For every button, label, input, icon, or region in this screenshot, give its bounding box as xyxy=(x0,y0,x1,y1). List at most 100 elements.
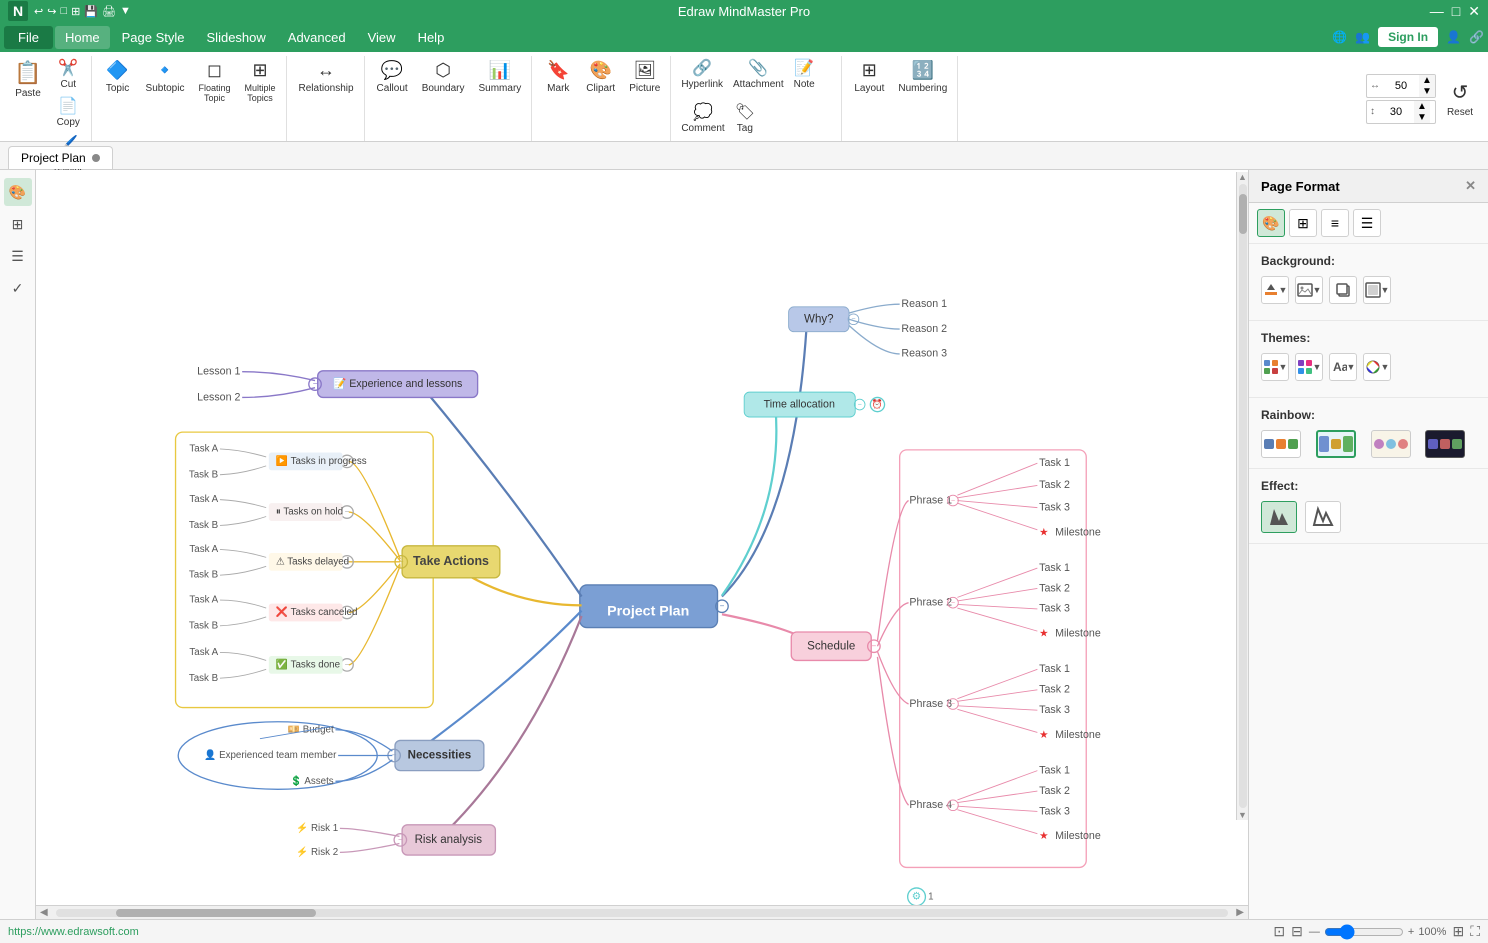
panel-themes-section: Themes: ▼ ▼ Aa ▼ ▼ xyxy=(1249,321,1488,398)
svg-text:Project Plan: Project Plan xyxy=(607,603,689,619)
note-button[interactable]: 📝 Note xyxy=(790,56,819,92)
user-icon[interactable]: 👤 xyxy=(1446,30,1461,44)
rainbow-swatches xyxy=(1261,430,1476,458)
width-up[interactable]: ▲ xyxy=(1419,75,1435,86)
panel-format-btn[interactable]: 🎨 xyxy=(1257,209,1285,237)
attachment-button[interactable]: 📎 Attachment xyxy=(729,56,788,92)
svg-text:−: − xyxy=(851,315,855,323)
right-panel: ▲ ▼ Page Format ✕ 🎨 ⊞ ≡ ☰ Background: ▼ xyxy=(1248,170,1488,919)
height-spinner[interactable]: ↕ ▲ ▼ xyxy=(1366,100,1436,124)
svg-text:Phrase 2: Phrase 2 xyxy=(909,597,952,609)
menu-view[interactable]: View xyxy=(358,26,406,49)
minimize-button[interactable]: — xyxy=(1430,3,1444,20)
reset-button[interactable]: ↺ Reset xyxy=(1440,76,1480,122)
svg-text:⚡ Risk 1: ⚡ Risk 1 xyxy=(296,822,338,834)
share-icon[interactable]: 👥 xyxy=(1355,30,1370,44)
quick-access[interactable]: ↩↪□⊞💾🖨▼ xyxy=(34,5,131,18)
effect-outline-btn[interactable] xyxy=(1305,501,1341,533)
cut-button[interactable]: ✂️ Cut xyxy=(50,56,87,92)
menu-file[interactable]: File xyxy=(4,26,53,49)
comment-button[interactable]: 💭 Comment xyxy=(677,100,728,136)
left-panel-format[interactable]: 🎨 xyxy=(4,178,32,206)
topic-icon: 🔷 xyxy=(106,60,128,81)
svg-text:−: − xyxy=(392,751,397,760)
width-down[interactable]: ▼ xyxy=(1419,86,1435,97)
zoom-in-btn[interactable]: + xyxy=(1408,926,1414,938)
bg-set-btn[interactable]: ▼ xyxy=(1363,276,1391,304)
bg-image-btn[interactable]: ▼ xyxy=(1295,276,1323,304)
tag-button[interactable]: 🏷 Tag xyxy=(731,100,759,136)
height-down[interactable]: ▼ xyxy=(1414,112,1430,123)
mark-button[interactable]: 🔖 Mark xyxy=(538,56,578,98)
rainbow-swatch-1[interactable] xyxy=(1261,430,1301,458)
menu-slideshow[interactable]: Slideshow xyxy=(197,26,276,49)
hyperlink-button[interactable]: 🔗 Hyperlink xyxy=(677,56,727,92)
fit-width-btn[interactable]: ⊟ xyxy=(1291,923,1303,940)
sign-in-button[interactable]: Sign In xyxy=(1378,27,1438,47)
effect-fill-btn[interactable] xyxy=(1261,501,1297,533)
panel-list-btn[interactable]: ☰ xyxy=(1353,209,1381,237)
cloud-icon[interactable]: 🌐 xyxy=(1332,30,1347,44)
left-panel-layout[interactable]: ⊞ xyxy=(4,210,32,238)
cut-label: Cut xyxy=(60,79,76,90)
clipart-button[interactable]: 🎨 Clipart xyxy=(580,56,621,98)
summary-button[interactable]: 📊 Summary xyxy=(473,56,528,98)
menu-home[interactable]: Home xyxy=(55,26,110,49)
copy-label: Copy xyxy=(57,117,80,128)
fit-page-btn[interactable]: ⊡ xyxy=(1273,923,1285,940)
floating-topic-button[interactable]: ◻ FloatingTopic xyxy=(192,56,236,107)
rainbow-swatch-4[interactable] xyxy=(1425,430,1465,458)
project-plan-tab[interactable]: Project Plan xyxy=(8,146,113,169)
topic-button[interactable]: 🔷 Topic xyxy=(98,56,138,98)
background-controls: ▼ ▼ ▼ xyxy=(1261,276,1476,304)
settings-icon[interactable]: 🔗 xyxy=(1469,30,1484,44)
menu-help[interactable]: Help xyxy=(408,26,455,49)
rainbow-swatch-3[interactable] xyxy=(1371,430,1411,458)
layout-button[interactable]: ⊞ Layout xyxy=(848,56,890,98)
theme-grid2-btn[interactable]: ▼ xyxy=(1295,353,1323,381)
full-screen-btn[interactable]: ⛶ xyxy=(1470,923,1480,940)
subtopic-button[interactable]: 🔹 Subtopic xyxy=(140,56,191,98)
numbering-button[interactable]: 🔢 Numbering xyxy=(892,56,953,98)
left-panel-task[interactable]: ✓ xyxy=(4,274,32,302)
width-input[interactable] xyxy=(1383,79,1419,93)
bg-copy-btn[interactable] xyxy=(1329,276,1357,304)
svg-text:Schedule: Schedule xyxy=(807,640,855,652)
width-spinner[interactable]: ↔ ▲ ▼ xyxy=(1366,74,1436,98)
close-button[interactable]: ✕ xyxy=(1468,3,1480,20)
menu-advanced[interactable]: Advanced xyxy=(278,26,356,49)
note-icon: 📝 xyxy=(794,58,814,78)
picture-button[interactable]: 🖼 Picture xyxy=(623,56,666,98)
maximize-button[interactable]: □ xyxy=(1452,3,1460,20)
callout-button[interactable]: 💬 Callout xyxy=(371,56,414,98)
boundary-button[interactable]: ⬡ Boundary xyxy=(416,56,471,98)
copy-button[interactable]: 📄 Copy xyxy=(50,94,87,130)
menu-page-style[interactable]: Page Style xyxy=(112,26,195,49)
status-bar: https://www.edrawsoft.com ⊡ ⊟ — + 100% ⊞… xyxy=(0,919,1488,943)
panel-collapse[interactable]: ✕ xyxy=(1465,178,1476,194)
multiple-topics-button[interactable]: ⊞ MultipleTopics xyxy=(238,56,281,107)
height-input[interactable] xyxy=(1378,105,1414,119)
horizontal-scrollbar[interactable]: ◀ ▶ xyxy=(36,905,1248,919)
window-controls[interactable]: — □ ✕ xyxy=(1430,3,1480,20)
paste-button[interactable]: 📋 Paste xyxy=(8,56,48,103)
theme-text-btn[interactable]: Aa ▼ xyxy=(1329,353,1357,381)
panel-arrange-btn[interactable]: ⊞ xyxy=(1289,209,1317,237)
bg-fill-btn[interactable]: ▼ xyxy=(1261,276,1289,304)
svg-text:Task 3: Task 3 xyxy=(1039,704,1070,716)
rainbow-swatch-2[interactable] xyxy=(1316,430,1356,458)
zoom-out-btn[interactable]: — xyxy=(1309,926,1320,938)
actual-size-btn[interactable]: ⊞ xyxy=(1452,923,1464,940)
theme-color-btn[interactable]: ▼ xyxy=(1363,353,1391,381)
zoom-slider[interactable] xyxy=(1324,924,1404,940)
scroll-thumb[interactable] xyxy=(116,909,316,917)
panel-align-btn[interactable]: ≡ xyxy=(1321,209,1349,237)
height-up[interactable]: ▲ xyxy=(1414,101,1430,112)
scroll-track[interactable] xyxy=(56,909,1229,917)
relationship-button[interactable]: ↔ Relationship xyxy=(293,56,360,98)
svg-text:−: − xyxy=(858,400,862,408)
canvas[interactable]: Project Plan − Why? − Reason 1 Reason 2 … xyxy=(36,170,1248,919)
left-panel-outline[interactable]: ☰ xyxy=(4,242,32,270)
theme-grid1-btn[interactable]: ▼ xyxy=(1261,353,1289,381)
edrawsoft-link[interactable]: https://www.edrawsoft.com xyxy=(8,926,139,938)
